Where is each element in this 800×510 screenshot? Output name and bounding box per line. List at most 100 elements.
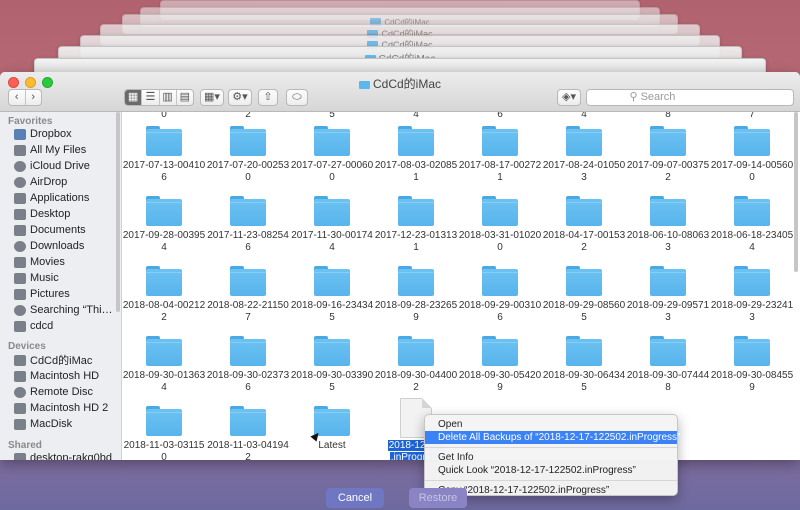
- folder-item[interactable]: 2018-03-31-01020 0: [458, 196, 542, 266]
- sidebar-item-documents[interactable]: Documents: [14, 222, 118, 238]
- search-field[interactable]: ⚲: [586, 89, 794, 106]
- folder-item[interactable]: 2018-09-29-23241 3: [710, 266, 794, 336]
- folder-icon: [734, 126, 770, 156]
- folder-item[interactable]: 2017-07-20-00253 0: [206, 126, 290, 196]
- folder-item[interactable]: 2018-09-30-04400 2: [374, 336, 458, 406]
- folder-item[interactable]: Latest: [290, 406, 374, 460]
- edit-tags-button[interactable]: ⬭: [286, 89, 308, 106]
- folder-item[interactable]: 2017-08-17-002721: [458, 126, 542, 196]
- folder-icon: [734, 336, 770, 366]
- folder-label: 2017-08-24-01050 3: [542, 160, 626, 183]
- menu-item-open[interactable]: Open: [425, 418, 677, 431]
- search-input[interactable]: [640, 91, 751, 103]
- folder-icon: [230, 126, 266, 156]
- home-icon: [14, 320, 26, 332]
- folder-item[interactable]: 2018-09-30-06434 5: [542, 336, 626, 406]
- folder-item[interactable]: 2018-09-29-09571 3: [626, 266, 710, 336]
- forward-button[interactable]: ›: [26, 90, 42, 105]
- folder-item[interactable]: 2017-11-30-001744: [290, 196, 374, 266]
- sidebar-item-cdcd[interactable]: cdcd: [14, 318, 118, 334]
- sidebar-item-dropbox[interactable]: Dropbox: [14, 126, 118, 142]
- sidebar-item-movies[interactable]: Movies: [14, 254, 118, 270]
- sidebar-item-applications[interactable]: Applications: [14, 190, 118, 206]
- sidebar-item-macdisk[interactable]: MacDisk: [14, 416, 118, 432]
- menu-item-delete-all-backups[interactable]: Delete All Backups of “2018-12-17-122502…: [425, 431, 680, 444]
- cell-label: 4: [581, 112, 587, 120]
- folder-item[interactable]: 2018-04-17-00153 2: [542, 196, 626, 266]
- folder-item[interactable]: 2017-11-23-08254 6: [206, 196, 290, 266]
- folder-item[interactable]: 2018-09-29-08560 5: [542, 266, 626, 336]
- column-view-button[interactable]: ▥: [160, 90, 177, 105]
- sidebar-item-imac[interactable]: CdCd的iMac: [14, 352, 118, 368]
- restore-button[interactable]: Restore: [409, 488, 467, 508]
- sidebar-item-all-my-files[interactable]: All My Files: [14, 142, 118, 158]
- folder-icon: [650, 126, 686, 156]
- share-button[interactable]: ⇧: [258, 89, 278, 106]
- dropbox-button[interactable]: ◈▾: [557, 89, 581, 106]
- folder-item[interactable]: 2017-07-13-00410 6: [122, 126, 206, 196]
- sidebar-item-remote-disc[interactable]: Remote Disc: [14, 384, 118, 400]
- cover-flow-button[interactable]: ▤: [177, 90, 193, 105]
- folder-label: 2018-06-10-08063 3: [626, 230, 710, 253]
- folder-item[interactable]: 2018-11-03-031150: [122, 406, 206, 460]
- cell-label: 2: [245, 112, 251, 120]
- folder-item[interactable]: 2017-12-23-013131: [374, 196, 458, 266]
- menu-separator: [425, 480, 677, 481]
- grid-scrollbar[interactable]: [794, 112, 798, 272]
- folder-item[interactable]: 2018-09-29-00310 6: [458, 266, 542, 336]
- file-grid: 0 2 5 4 6 4 8 7 2017-07-13-00410 6 2017-07…: [122, 112, 800, 460]
- folder-item[interactable]: 2018-08-22-21150 7: [206, 266, 290, 336]
- folder-icon: [314, 196, 350, 226]
- folder-item[interactable]: 2018-09-30-02373 6: [206, 336, 290, 406]
- list-view-button[interactable]: ☰: [142, 90, 160, 105]
- sidebar-item-downloads[interactable]: Downloads: [14, 238, 118, 254]
- folder-label: 2018-09-16-23434 5: [290, 300, 374, 323]
- sidebar-item-music[interactable]: Music: [14, 270, 118, 286]
- folder-item[interactable]: 2018-06-10-08063 3: [626, 196, 710, 266]
- sidebar-item-icloud-drive[interactable]: iCloud Drive: [14, 158, 118, 174]
- folder-item[interactable]: 2018-09-16-23434 5: [290, 266, 374, 336]
- disc-icon: [14, 386, 26, 398]
- folder-icon: [230, 406, 266, 436]
- sidebar-item-searching[interactable]: Searching “This Ma...: [14, 302, 118, 318]
- folder-item[interactable]: 2017-08-03-02085 1: [374, 126, 458, 196]
- folder-item[interactable]: 2017-09-14-00560 0: [710, 126, 794, 196]
- folder-icon: [314, 336, 350, 366]
- folder-icon: [566, 126, 602, 156]
- sidebar-item-pictures[interactable]: Pictures: [14, 286, 118, 302]
- imac-icon: [14, 354, 26, 366]
- folder-item[interactable]: 2018-09-30-05420 9: [458, 336, 542, 406]
- menu-item-quick-look[interactable]: Quick Look “2018-12-17-122502.inProgress…: [425, 464, 677, 477]
- action-button[interactable]: ⚙▾: [228, 89, 252, 106]
- arrange-button[interactable]: ▦▾: [200, 89, 224, 106]
- folder-item[interactable]: 2018-09-28-23265 9: [374, 266, 458, 336]
- folder-icon: [314, 126, 350, 156]
- desktop-icon: [14, 208, 26, 220]
- folder-item[interactable]: 2017-09-07-00375 2: [626, 126, 710, 196]
- folder-icon: [566, 336, 602, 366]
- movies-icon: [14, 256, 26, 268]
- folder-item[interactable]: 2018-09-30-01363 4: [122, 336, 206, 406]
- folder-item[interactable]: 2017-08-24-01050 3: [542, 126, 626, 196]
- folder-icon: [146, 126, 182, 156]
- folder-item[interactable]: 2018-08-04-00212 2: [122, 266, 206, 336]
- cancel-button[interactable]: Cancel: [326, 488, 384, 508]
- folder-item[interactable]: 2018-09-30-07444 8: [626, 336, 710, 406]
- folder-item[interactable]: 2018-09-30-08455 9: [710, 336, 794, 406]
- folder-item[interactable]: 2018-06-18-23405 4: [710, 196, 794, 266]
- sidebar-item-desktop[interactable]: Desktop: [14, 206, 118, 222]
- sidebar-item-macintosh-hd-2[interactable]: Macintosh HD 2: [14, 400, 118, 416]
- folder-item[interactable]: 2018-11-03-04194 2: [206, 406, 290, 460]
- sidebar-item-macintosh-hd[interactable]: Macintosh HD: [14, 368, 118, 384]
- back-button[interactable]: ‹: [9, 90, 26, 105]
- sidebar-item-desktop-rakg0bd[interactable]: desktop-rakg0bd: [14, 450, 118, 460]
- icon-view-button[interactable]: ▦: [125, 90, 143, 105]
- folder-item[interactable]: 2017-07-27-00060 0: [290, 126, 374, 196]
- sidebar-scrollbar[interactable]: [116, 112, 120, 312]
- folder-item[interactable]: 2017-09-28-00395 4: [122, 196, 206, 266]
- sidebar-item-airdrop[interactable]: AirDrop: [14, 174, 118, 190]
- folder-icon: [146, 406, 182, 436]
- menu-item-get-info[interactable]: Get Info: [425, 451, 677, 464]
- folder-icon: [314, 406, 350, 436]
- folder-item[interactable]: 2018-09-30-03390 5: [290, 336, 374, 406]
